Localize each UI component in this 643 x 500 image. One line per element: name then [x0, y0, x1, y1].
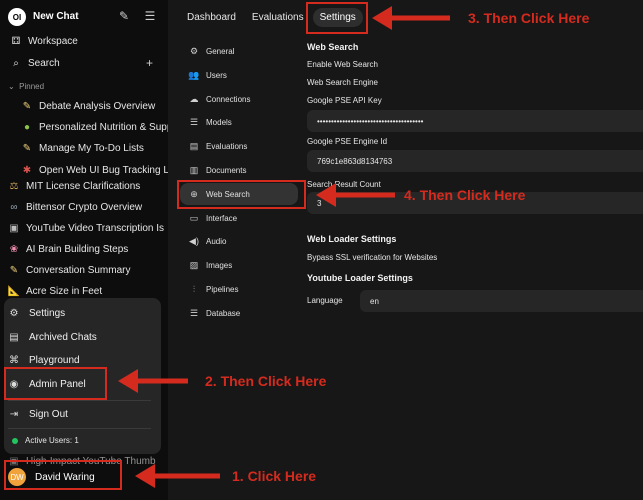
step-1-label: 1. Click Here: [232, 468, 317, 484]
step-3-label: 3. Then Click Here: [468, 10, 590, 26]
step-4-label: 4. Then Click Here: [404, 187, 526, 203]
step-2-label: 2. Then Click Here: [205, 373, 327, 389]
annotation-arrows: [118, 6, 450, 488]
